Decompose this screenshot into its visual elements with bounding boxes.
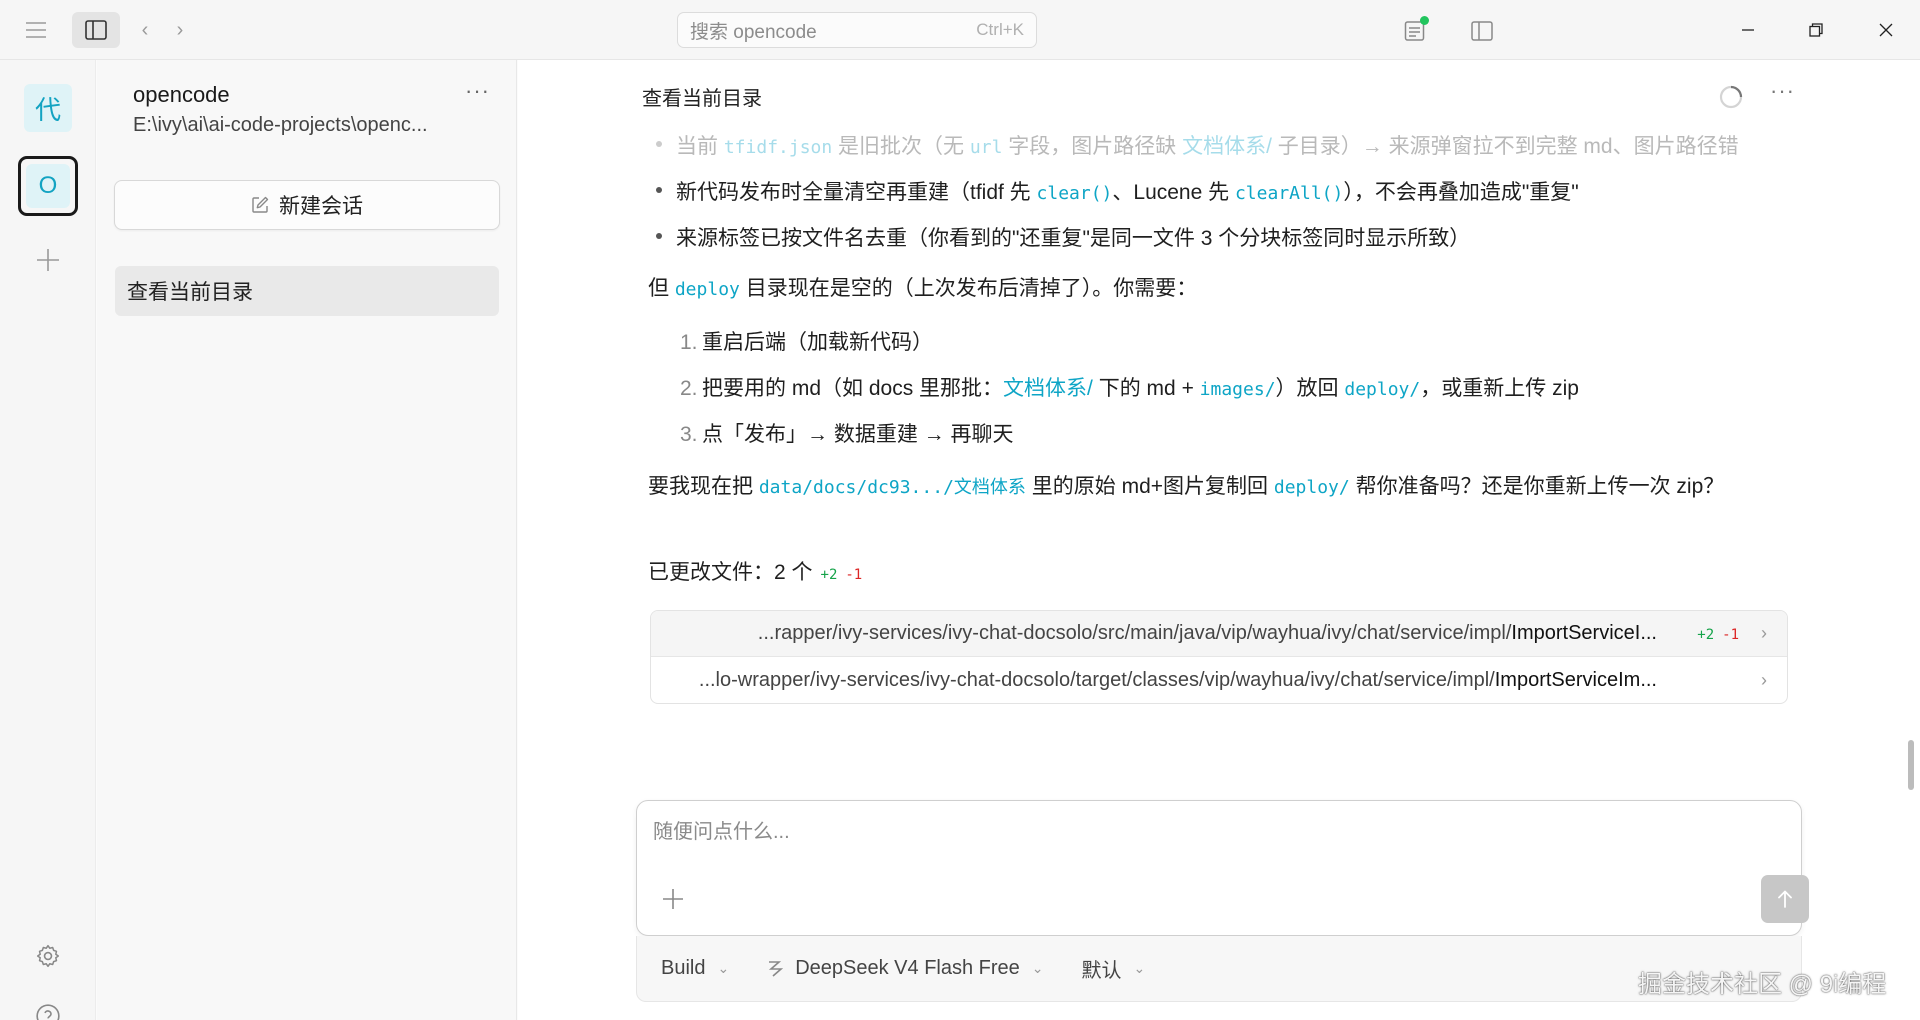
changed-file-row[interactable]: ...rapper/ivy-services/ivy-chat-docsolo/… xyxy=(651,611,1787,657)
project-name: opencode xyxy=(133,82,230,107)
menu-icon[interactable] xyxy=(22,17,50,43)
search-input[interactable]: 搜索 opencode Ctrl+K xyxy=(677,12,1037,48)
diff-deletions: -1 xyxy=(845,567,863,583)
message-bullet: 新代码发布时全量清空再重建（tfidf 先 clear()、Lucene 先 c… xyxy=(656,176,1876,206)
restore-button[interactable] xyxy=(1782,0,1850,60)
diff-additions: +2 xyxy=(820,567,838,583)
conversation-panel: 查看当前目录 ··· 当前 tfidf.json 是旧批次（无 url 字段，图… xyxy=(518,60,1920,1020)
file-path: ...lo-wrapper/ivy-services/ivy-chat-docs… xyxy=(698,668,1657,691)
help-icon[interactable] xyxy=(32,1000,64,1020)
message-paragraph: 要我现在把 data/docs/dc93.../文档体系 里的原始 md+图片复… xyxy=(648,475,1725,498)
list-item: 3. 点「发布」→ 数据重建 → 再聊天 xyxy=(680,423,1014,446)
title-bar: ‹ › 搜索 opencode Ctrl+K xyxy=(0,0,1920,60)
scrollbar-thumb[interactable] xyxy=(1908,740,1914,790)
message-paragraph: 但 deploy 目录现在是空的（上次发布后清掉了）。你需要： xyxy=(648,277,1198,300)
review-changes-icon[interactable] xyxy=(1400,16,1430,46)
back-icon[interactable]: ‹ xyxy=(133,17,157,43)
project-more-icon[interactable]: ··· xyxy=(465,78,490,104)
list-item: 2. 把要用的 md（如 docs 里那批：文档体系/ 下的 md + image… xyxy=(680,377,1579,400)
project-rail: 代 O xyxy=(0,60,96,1020)
arrow-up-icon xyxy=(1778,890,1792,908)
chevron-down-icon: ⌄ xyxy=(717,960,730,976)
changed-files-summary: 已更改文件：2 个 +2 -1 xyxy=(648,561,863,584)
edit-icon xyxy=(251,196,269,214)
session-item[interactable]: 查看当前目录 xyxy=(115,266,499,316)
prompt-composer xyxy=(636,800,1809,936)
attach-plus-icon[interactable] xyxy=(657,883,689,915)
add-project-icon[interactable] xyxy=(30,242,66,278)
chevron-down-icon: ⌄ xyxy=(1031,960,1044,976)
active-project-letter: O xyxy=(26,164,70,208)
composer-toolbar: Build ⌄ DeepSeek V4 Flash Free ⌄ 默认 ⌄ xyxy=(636,936,1802,1002)
forward-icon[interactable]: › xyxy=(168,17,192,43)
chevron-right-icon: › xyxy=(1761,669,1767,690)
conversation-title: 查看当前目录 xyxy=(642,88,762,110)
agent-select[interactable]: Build ⌄ xyxy=(661,957,729,980)
model-select[interactable]: DeepSeek V4 Flash Free ⌄ xyxy=(767,957,1044,980)
prompt-input[interactable] xyxy=(653,815,1753,855)
right-panel-icon[interactable] xyxy=(1467,16,1497,46)
new-session-button[interactable]: 新建会话 xyxy=(114,180,500,230)
changed-files-list: ...rapper/ivy-services/ivy-chat-docsolo/… xyxy=(650,610,1788,704)
loading-spinner-icon xyxy=(1718,84,1746,112)
watermark: 掘金技术社区 @ 9i编程 xyxy=(1638,971,1887,998)
close-button[interactable] xyxy=(1852,0,1920,60)
variant-select[interactable]: 默认 ⌄ xyxy=(1082,954,1146,983)
minimize-button[interactable] xyxy=(1714,0,1782,60)
message-bullet: 来源标签已按文件名去重（你看到的"还重复"是同一文件 3 个分块标签同时显示所致… xyxy=(656,222,1876,252)
settings-gear-icon[interactable] xyxy=(32,940,64,972)
sidebar-toggle-icon[interactable] xyxy=(72,12,120,48)
project-path: E:\ivy\ai\ai-code-projects\openc... xyxy=(133,114,428,136)
sessions-sidebar: opencode E:\ivy\ai\ai-code-projects\open… xyxy=(97,60,517,1020)
search-placeholder: 搜索 opencode xyxy=(690,21,817,43)
project-avatar[interactable]: 代 xyxy=(24,84,72,132)
list-item: 1. 重启后端（加载新代码） xyxy=(680,331,933,354)
conversation-more-icon[interactable]: ··· xyxy=(1770,78,1795,104)
chevron-down-icon: ⌄ xyxy=(1133,960,1146,976)
active-project-avatar[interactable]: O xyxy=(18,156,78,216)
message-bullet: 当前 tfidf.json 是旧批次（无 url 字段，图片路径缺 文档体系/ … xyxy=(656,130,1876,160)
search-shortcut: Ctrl+K xyxy=(976,20,1024,39)
new-session-label: 新建会话 xyxy=(279,195,363,218)
changed-file-row[interactable]: ...lo-wrapper/ivy-services/ivy-chat-docs… xyxy=(651,657,1787,703)
file-path: ...rapper/ivy-services/ivy-chat-docsolo/… xyxy=(757,622,1657,644)
status-dot xyxy=(1420,16,1429,25)
send-button[interactable] xyxy=(1761,875,1809,923)
model-provider-icon xyxy=(767,960,784,978)
chevron-right-icon: › xyxy=(1761,623,1767,643)
